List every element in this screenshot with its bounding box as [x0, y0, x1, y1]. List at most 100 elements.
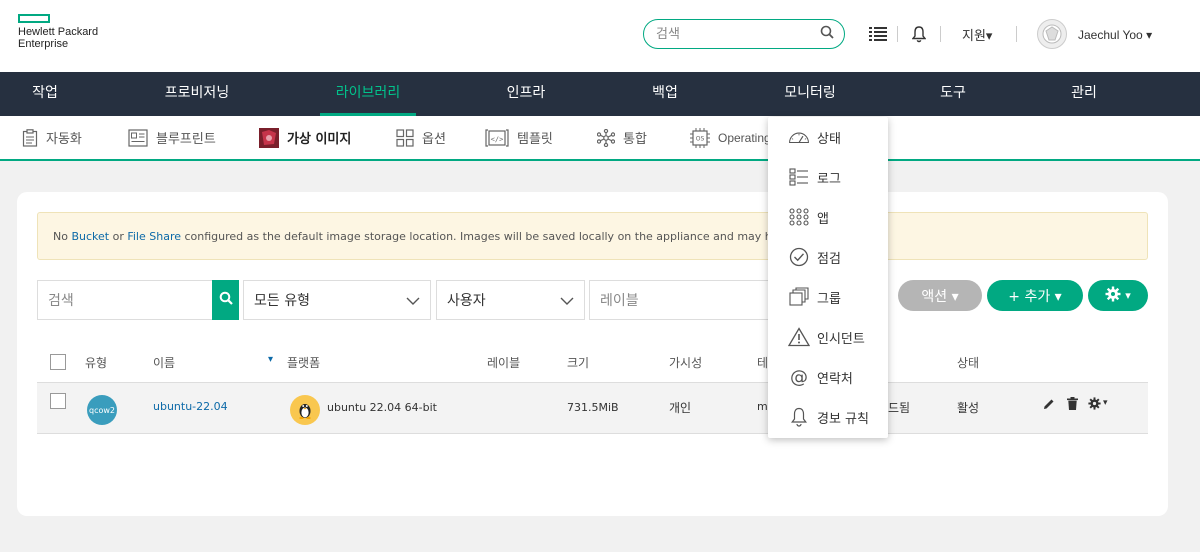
menu-item-apps[interactable]: 앱 [768, 197, 888, 237]
column-size[interactable]: 크기 [567, 354, 589, 371]
column-platform[interactable]: 플랫폼 [287, 354, 320, 371]
bucket-link[interactable]: Bucket [71, 230, 109, 243]
global-search-input[interactable] [656, 26, 820, 42]
trash-icon[interactable] [1067, 397, 1078, 413]
visibility-value: 개인 [669, 401, 692, 415]
search-button[interactable] [212, 280, 239, 320]
nav-item-backups[interactable]: 백업 [640, 72, 690, 116]
sub-nav-label: 블루프린트 [156, 132, 216, 147]
storage-alert: No Bucket or File Share configured as th… [37, 212, 1148, 260]
gauge-icon [788, 129, 810, 145]
monitoring-dropdown: 상태 로그 앱 점검 그룹 인시던트 @ 연락처 경보 규칙 [768, 117, 888, 438]
svg-text:OS: OS [696, 135, 705, 142]
os-icon: OS [690, 127, 710, 148]
search-icon[interactable] [820, 25, 834, 43]
menu-item-label: 그룹 [817, 291, 841, 307]
check-circle-icon [788, 247, 810, 267]
row-checkbox[interactable] [50, 393, 66, 409]
qcow2-badge: qcow2 [87, 395, 117, 425]
menu-item-label: 인시던트 [817, 331, 865, 347]
menu-item-label: 점검 [817, 251, 841, 267]
edit-icon[interactable] [1043, 398, 1055, 413]
at-icon: @ [788, 367, 810, 387]
virtual-images-card: No Bucket or File Share configured as th… [17, 192, 1168, 516]
menu-item-label: 연락처 [817, 371, 853, 387]
label-filter[interactable]: 레이블 [589, 280, 769, 320]
status-value: 활성 [957, 401, 980, 415]
search-input[interactable]: 검색 [48, 290, 74, 310]
nav-item-operations[interactable]: 작업 [18, 72, 72, 116]
label-filter-input[interactable]: 레이블 [600, 290, 639, 310]
avatar[interactable] [1037, 19, 1067, 49]
sub-nav-label: 템플릿 [517, 132, 553, 147]
sub-nav-label: Operating [718, 130, 771, 145]
table-row[interactable]: qcow2 ubuntu-22.04 ubuntu 22.04 64-bit 7… [37, 382, 1148, 434]
user-select[interactable]: 사용자 [436, 280, 585, 320]
linux-icon [290, 395, 320, 425]
sub-nav-label: 자동화 [46, 132, 82, 147]
sub-nav-options[interactable]: 옵션 [396, 116, 446, 159]
search-icon [219, 291, 233, 309]
menu-item-alert-rules[interactable]: 경보 규칙 [768, 397, 888, 437]
alert-text: configured as the default image storage … [181, 230, 820, 243]
nav-item-monitoring[interactable]: 모니터링 [770, 72, 850, 116]
chevron-down-icon [406, 294, 420, 310]
image-name-link[interactable]: ubuntu-22.04 [153, 400, 228, 413]
settings-button[interactable]: ▾ [1088, 280, 1148, 311]
add-button[interactable]: + 추가 ▾ [987, 280, 1083, 311]
sub-nav-blueprints[interactable]: 블루프린트 [128, 116, 216, 159]
header-divider [940, 26, 941, 42]
apps-grid-icon [788, 208, 810, 226]
sub-nav-integrations[interactable]: 통합 [597, 116, 647, 159]
sub-nav-operating-systems[interactable]: OS Operating [690, 116, 771, 159]
column-labels[interactable]: 레이블 [487, 354, 520, 371]
menu-item-health[interactable]: 상태 [768, 117, 888, 157]
select-all-checkbox[interactable] [50, 354, 66, 370]
row-actions-caret[interactable]: ▾ [1103, 398, 1108, 408]
type-select[interactable]: 모든 유형 [243, 280, 431, 320]
menu-item-checks[interactable]: 점검 [768, 237, 888, 277]
menu-item-logs[interactable]: 로그 [768, 157, 888, 197]
search-field[interactable]: 검색 [37, 280, 213, 320]
sub-nav-virtual-images[interactable]: 가상 이미지 [259, 116, 351, 159]
global-search[interactable] [643, 19, 845, 49]
support-menu[interactable]: 지원▾ [962, 25, 992, 44]
column-type[interactable]: 유형 [85, 354, 107, 371]
sort-caret-icon[interactable]: ▾ [268, 354, 273, 365]
top-header: Hewlett Packard Enterprise 지원▾ Jaechul Y… [0, 0, 1200, 72]
sub-nav-label: 통합 [623, 132, 647, 147]
column-visibility[interactable]: 가시성 [669, 354, 702, 371]
column-tenant[interactable]: 테 [757, 354, 768, 371]
user-menu[interactable]: Jaechul Yoo ▾ [1078, 28, 1152, 42]
menu-item-incidents[interactable]: 인시던트 [768, 317, 888, 357]
actions-button[interactable]: 액션 ▾ [898, 280, 982, 311]
alert-text: or [109, 230, 128, 243]
menu-item-groups[interactable]: 그룹 [768, 277, 888, 317]
nav-item-library[interactable]: 라이브러리 [320, 72, 416, 116]
menu-item-contacts[interactable]: @ 연락처 [768, 357, 888, 397]
row-gear-icon[interactable] [1088, 397, 1101, 413]
sub-nav-automation[interactable]: 자동화 [22, 116, 82, 159]
bell-icon[interactable] [909, 24, 929, 44]
hpe-logo[interactable]: Hewlett Packard Enterprise [18, 14, 98, 50]
nav-item-infrastructure[interactable]: 인프라 [496, 72, 556, 116]
list-icon[interactable] [868, 24, 888, 44]
sub-nav-label: 가상 이미지 [287, 132, 352, 147]
nav-item-provisioning[interactable]: 프로비저닝 [150, 72, 244, 116]
file-share-link[interactable]: File Share [127, 230, 181, 243]
nav-item-tools[interactable]: 도구 [930, 72, 976, 116]
settings-caret: ▾ [1125, 289, 1131, 302]
sub-nav-templates[interactable]: </> 템플릿 [485, 116, 553, 159]
integration-icon [597, 128, 615, 147]
svg-text:@: @ [790, 367, 808, 387]
logo-mark [18, 14, 50, 23]
alert-text: No [53, 230, 72, 243]
nav-item-administration[interactable]: 관리 [1058, 72, 1110, 116]
column-status[interactable]: 상태 [957, 354, 979, 371]
menu-item-label: 로그 [817, 171, 841, 187]
blueprint-icon [128, 128, 148, 147]
column-name[interactable]: 이름 [153, 354, 175, 371]
template-icon: </> [485, 128, 509, 147]
platform-value: ubuntu 22.04 64-bit [327, 401, 437, 414]
virtual-image-icon [259, 127, 279, 148]
